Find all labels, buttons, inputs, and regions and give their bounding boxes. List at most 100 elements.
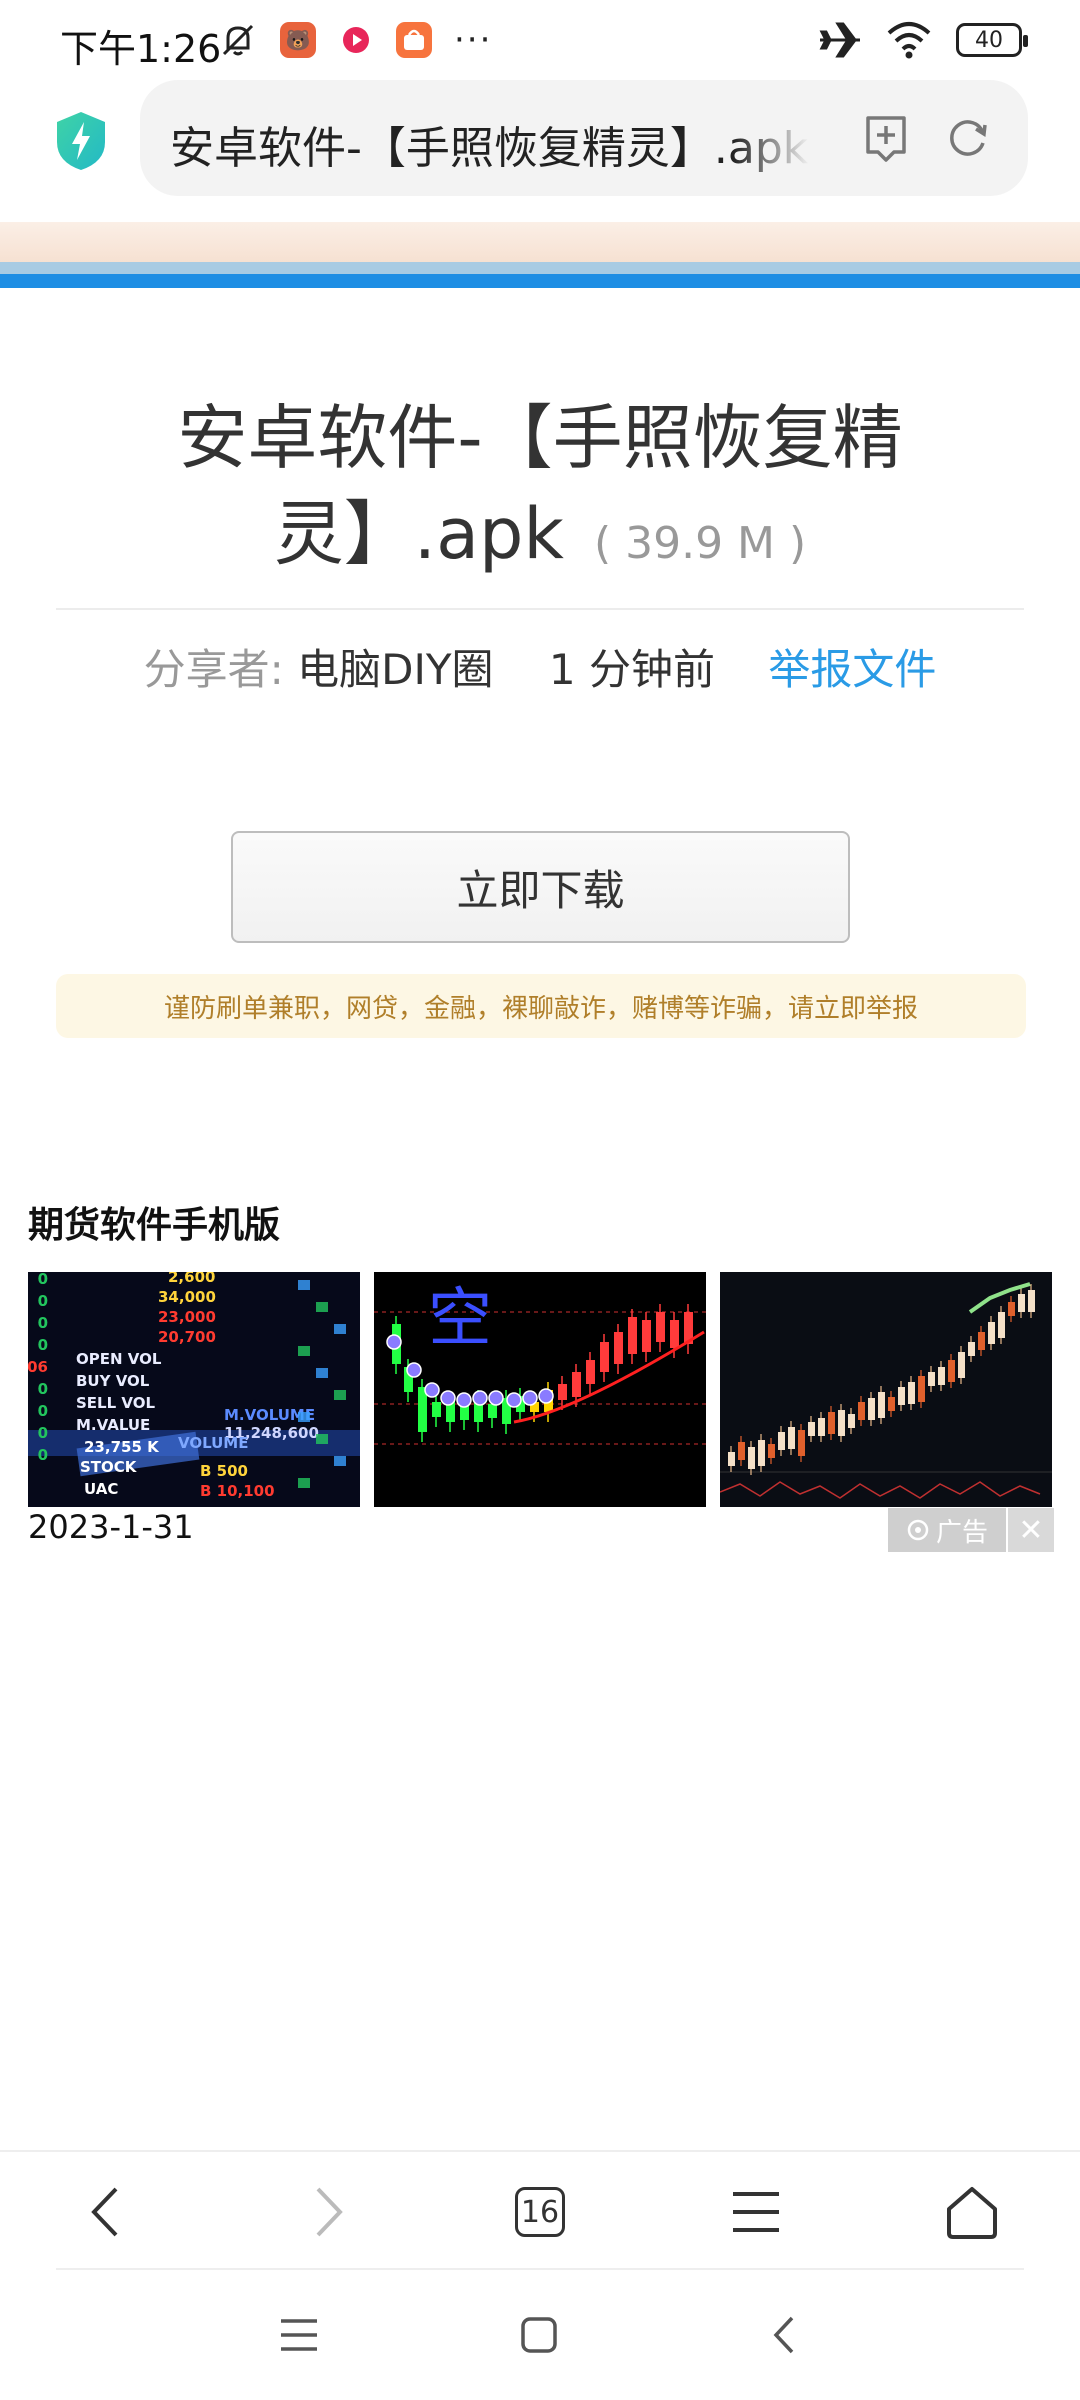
system-navigation [0, 2290, 1080, 2380]
ticker-label: 23,755 K [84, 1438, 160, 1456]
signal-dot [488, 1390, 504, 1406]
chart-candle [998, 1312, 1005, 1338]
security-shield-icon[interactable] [55, 110, 107, 172]
menu-button[interactable] [724, 2180, 788, 2244]
download-button[interactable]: 立即下载 [231, 831, 850, 943]
back-button[interactable] [74, 2180, 138, 2244]
chart-candle [1008, 1302, 1015, 1316]
address-bar[interactable]: 安卓软件-【手照恢复精灵】.apk [140, 80, 1028, 196]
tabs-button[interactable]: 16 [508, 2180, 572, 2244]
signal-dot [386, 1334, 402, 1350]
browser-toolbar: 16 [0, 2150, 1080, 2268]
chart-candle [868, 1398, 875, 1420]
chart-candle [818, 1418, 825, 1436]
signal-dot [424, 1382, 440, 1398]
status-time: 下午1:26 [60, 27, 222, 71]
square-home-icon [521, 2317, 557, 2353]
ticker-cell [316, 1434, 328, 1444]
address-text[interactable]: 安卓软件-【手照恢复精灵】.apk [170, 112, 810, 176]
chart-candle [768, 1444, 775, 1458]
app-notification-icon: 🐻 [280, 22, 316, 58]
ticker-label: BUY VOL [76, 1372, 150, 1390]
ticker-digit: 0 [38, 1292, 48, 1310]
ad-title[interactable]: 期货软件手机版 [28, 1196, 280, 1248]
battery-icon: 40 [956, 23, 1028, 57]
chart-candle [928, 1372, 935, 1386]
ticker-digit: 0 [38, 1402, 48, 1420]
notification-icons: 🐻 ··· [218, 20, 492, 60]
ticker-label: B 500 [200, 1462, 248, 1480]
forward-button[interactable] [296, 2180, 360, 2244]
bookmark-add-icon [866, 116, 906, 162]
ad-info-icon [907, 1519, 929, 1541]
chart-candle [788, 1427, 795, 1449]
candlestick-graphic: 空 [374, 1272, 706, 1507]
candle-body [572, 1372, 581, 1397]
ticker-label: B 10,100 [200, 1482, 275, 1500]
signal-dot [506, 1392, 522, 1408]
browser-address-row: 安卓软件-【手照恢复精灵】.apk [0, 80, 1080, 220]
refresh-button[interactable] [940, 110, 996, 166]
more-notifications-icon: ··· [454, 20, 493, 60]
signal-dot [406, 1362, 422, 1378]
ticker-label: SELL VOL [76, 1394, 155, 1412]
home-button[interactable] [940, 2180, 1004, 2244]
ticker-label: 34,000 [158, 1288, 216, 1306]
menu-icon [733, 2192, 779, 2232]
chevron-right-icon [316, 2187, 343, 2237]
ad-image-candles[interactable]: 空 [374, 1272, 706, 1507]
chart-candle [1018, 1294, 1025, 1312]
report-file-link[interactable]: 举报文件 [768, 645, 936, 694]
ticker-digit: 206 [28, 1358, 48, 1376]
chart-candle [918, 1376, 925, 1402]
signal-dot [456, 1392, 472, 1408]
recent-apps-button[interactable] [274, 2310, 324, 2360]
ad-badge: 广告 ✕ [888, 1508, 1054, 1552]
title-divider [56, 608, 1024, 610]
airplane-mode-icon [819, 22, 860, 58]
tabs-count: 16 [520, 2194, 560, 2230]
ad-label-text: 广告 [935, 1517, 988, 1548]
chart-candle [798, 1430, 805, 1456]
ticker-cell [298, 1478, 310, 1488]
chart-candle [838, 1410, 845, 1436]
ad-label: 广告 [888, 1508, 1006, 1552]
chart-candle [1028, 1290, 1035, 1312]
video-app-icon [338, 22, 374, 58]
ticker-cell [298, 1412, 310, 1422]
candle-body [642, 1320, 651, 1352]
ticker-label: 2,600 [168, 1272, 215, 1286]
file-title: 安卓软件-【手照恢复精灵】.apk( 39.9 M ) [110, 390, 970, 592]
mute-icon [222, 24, 254, 56]
chart-candle [758, 1440, 765, 1466]
chart-candle [958, 1352, 965, 1378]
wifi-icon [887, 22, 931, 59]
ad-date: 2023-1-31 [28, 1508, 194, 1546]
ticker-cell [298, 1280, 310, 1290]
battery-level: 40 [975, 27, 1003, 53]
candle-body [656, 1312, 665, 1342]
ticker-digit: 0 [38, 1336, 48, 1354]
candle-body [600, 1342, 609, 1372]
share-label: 分享者: [143, 645, 284, 694]
system-back-button[interactable] [758, 2310, 808, 2360]
ad-image-chart[interactable] [720, 1272, 1052, 1507]
ticker-label: OPEN VOL [76, 1350, 162, 1368]
system-home-button[interactable] [514, 2310, 564, 2360]
chart-candle [888, 1397, 895, 1411]
chart-candle [978, 1332, 985, 1350]
status-right: 40 [818, 20, 1028, 60]
ad-image-ticker[interactable]: OPEN VOL BUY VOL SELL VOL M.VALUE 23,755 K ST… [28, 1272, 360, 1507]
chart-candle [808, 1422, 815, 1436]
chart-candle [778, 1432, 785, 1450]
ad-close-button[interactable]: ✕ [1008, 1508, 1054, 1552]
fraud-warning: 谨防刷单兼职，网贷，金融，裸聊敲诈，赌博等诈骗，请立即举报 [56, 974, 1026, 1038]
signal-dot [522, 1390, 538, 1406]
add-bookmark-button[interactable] [858, 110, 914, 166]
ticker-cell [334, 1324, 346, 1334]
page-header-banner [0, 222, 1080, 262]
candle-body [558, 1384, 567, 1400]
chart-candle [938, 1367, 945, 1385]
ticker-label: UAC [84, 1480, 118, 1498]
chart-candle [948, 1360, 955, 1382]
